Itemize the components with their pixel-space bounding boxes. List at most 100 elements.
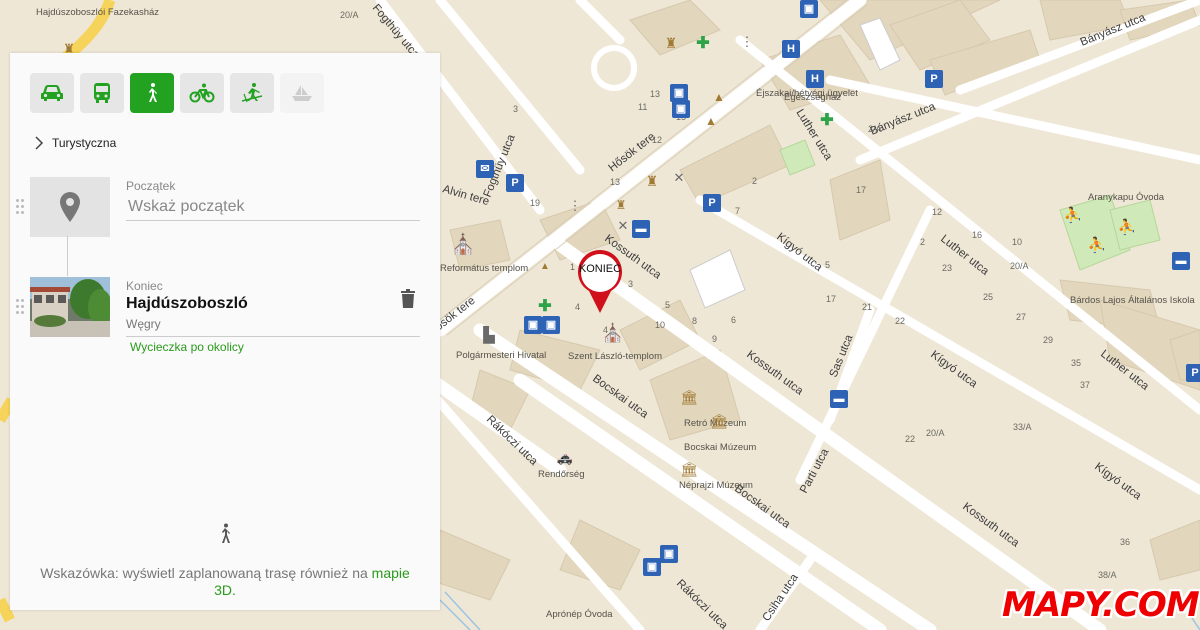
house-number: 19: [530, 198, 540, 208]
bus-mode-button[interactable]: [80, 73, 124, 113]
ski-mode-button[interactable]: [230, 73, 274, 113]
poi-label: Egészségház: [784, 92, 841, 103]
bus-stop-icon[interactable]: ▣: [660, 545, 678, 563]
police-icon[interactable]: 🚓: [556, 448, 574, 466]
house-number: 10: [1012, 237, 1022, 247]
boat-icon: [292, 85, 312, 101]
pharmacy-icon[interactable]: ✚: [818, 112, 836, 130]
bed-icon[interactable]: ▬: [1172, 252, 1190, 270]
house-number: 6: [731, 315, 736, 325]
drag-handle[interactable]: [16, 299, 24, 315]
bike-icon: [189, 83, 215, 103]
house-number: 13: [650, 89, 660, 99]
museum-icon[interactable]: 🏛: [680, 388, 698, 406]
pharmacy-icon[interactable]: ✚: [536, 298, 554, 316]
mapy-logo[interactable]: MAPY.COM: [1002, 585, 1200, 625]
castle-icon[interactable]: ♜: [643, 172, 661, 190]
house-number: 2: [920, 237, 925, 247]
parking-icon[interactable]: P: [703, 194, 721, 212]
house-number: 13: [610, 177, 620, 187]
playground-icon[interactable]: ⛹: [1064, 206, 1083, 224]
bus-stop-icon[interactable]: ▣: [672, 100, 690, 118]
poi-label: Bárdos Lajos Általános Iskola: [1070, 295, 1195, 306]
house-number: 1: [570, 262, 575, 272]
bus-stop-icon[interactable]: ▣: [542, 316, 560, 334]
hospital-icon[interactable]: H: [782, 40, 800, 58]
car-mode-button[interactable]: [30, 73, 74, 113]
poi-label: Református templom: [440, 263, 528, 274]
pharmacy-icon[interactable]: ✚: [694, 35, 712, 53]
museum-icon[interactable]: 🏛: [710, 412, 728, 430]
chevron-right-icon: [35, 136, 44, 150]
parking-icon[interactable]: P: [925, 70, 943, 88]
house-number: 2/A: [868, 124, 882, 134]
start-thumbnail: [30, 177, 110, 237]
monument-icon[interactable]: ▲: [710, 88, 728, 106]
house-number: 2: [752, 176, 757, 186]
trip-around-link[interactable]: Wycieczka po okolicy: [130, 340, 244, 354]
house-number: 10: [655, 320, 665, 330]
destination-photo-image: [30, 277, 110, 337]
bus-stop-icon[interactable]: ▣: [800, 0, 818, 18]
church-icon[interactable]: ⛪: [451, 235, 476, 255]
post-office-icon[interactable]: ✉: [476, 160, 494, 178]
monument-icon[interactable]: ▲: [536, 258, 554, 276]
house-number: 22: [895, 316, 905, 326]
hospital-icon[interactable]: H: [806, 70, 824, 88]
walk-mode-button[interactable]: [130, 73, 174, 113]
bed-icon[interactable]: ▬: [830, 390, 848, 408]
route-end: Koniec Hajdúszoboszló Węgry: [16, 277, 420, 339]
house-number: 27: [1016, 312, 1026, 322]
museum-icon[interactable]: 🏛: [680, 460, 698, 478]
drag-handle[interactable]: [16, 199, 24, 215]
house-number: 16: [972, 230, 982, 240]
marker-label: KONIEC: [578, 263, 622, 275]
house-number: 9: [712, 334, 717, 344]
house-number: 29: [1043, 335, 1053, 345]
traffic-light-icon: ⋮: [568, 197, 582, 213]
house-number: 23: [942, 263, 952, 273]
bed-icon[interactable]: ▬: [632, 220, 650, 238]
poi-label: Szent László-templom: [568, 351, 662, 362]
traffic-light-icon: ⋮: [740, 33, 754, 49]
house-number: 37: [1080, 380, 1090, 390]
restaurant-icon[interactable]: ✕: [614, 216, 632, 234]
end-country: Węgry: [126, 317, 161, 331]
route-type-toggle[interactable]: Turystyczna: [34, 136, 116, 150]
house-number: 20/A: [1010, 261, 1029, 271]
trash-icon[interactable]: [400, 289, 416, 309]
playground-icon[interactable]: ⛹: [1118, 218, 1137, 236]
boat-mode-button: [280, 73, 324, 113]
ski-icon: [241, 83, 263, 103]
bus-stop-icon[interactable]: ▣: [524, 316, 542, 334]
destination-photo[interactable]: [30, 277, 110, 337]
restaurant-icon[interactable]: ✕: [670, 168, 688, 186]
church-icon[interactable]: ⛪: [602, 324, 624, 342]
start-input[interactable]: [126, 193, 420, 221]
divider: [126, 336, 420, 337]
destination-marker[interactable]: KONIEC: [576, 249, 624, 315]
walk-icon: [149, 83, 157, 102]
house-number: 5: [825, 260, 830, 270]
walk-icon: [222, 523, 230, 543]
castle-icon[interactable]: ♜: [662, 34, 680, 52]
bike-mode-button[interactable]: [180, 73, 224, 113]
house-number: 3: [628, 279, 633, 289]
house-number: 35: [1071, 358, 1081, 368]
town-hall-icon[interactable]: ▙: [480, 326, 498, 344]
bus-stop-icon[interactable]: ▣: [643, 558, 661, 576]
house-number: 21: [862, 302, 872, 312]
parking-icon[interactable]: P: [506, 174, 524, 192]
poi-label: Néprajzi Múzeum: [679, 480, 753, 491]
house-number: 20/A: [340, 10, 359, 20]
tip-label: Wskazówka: wyświetl zaplanowaną trasę ró…: [40, 565, 372, 581]
playground-icon[interactable]: ⛹: [1088, 236, 1107, 254]
monument-icon[interactable]: ♜: [612, 196, 630, 214]
location-pin-icon: [60, 192, 80, 222]
house-number: 12: [652, 135, 662, 145]
parking-icon[interactable]: P: [1186, 364, 1200, 382]
monument-icon[interactable]: ▲: [702, 112, 720, 130]
house-number: 38/A: [1098, 570, 1117, 580]
house-number: 8: [692, 316, 697, 326]
end-title[interactable]: Hajdúszoboszló: [126, 295, 248, 313]
